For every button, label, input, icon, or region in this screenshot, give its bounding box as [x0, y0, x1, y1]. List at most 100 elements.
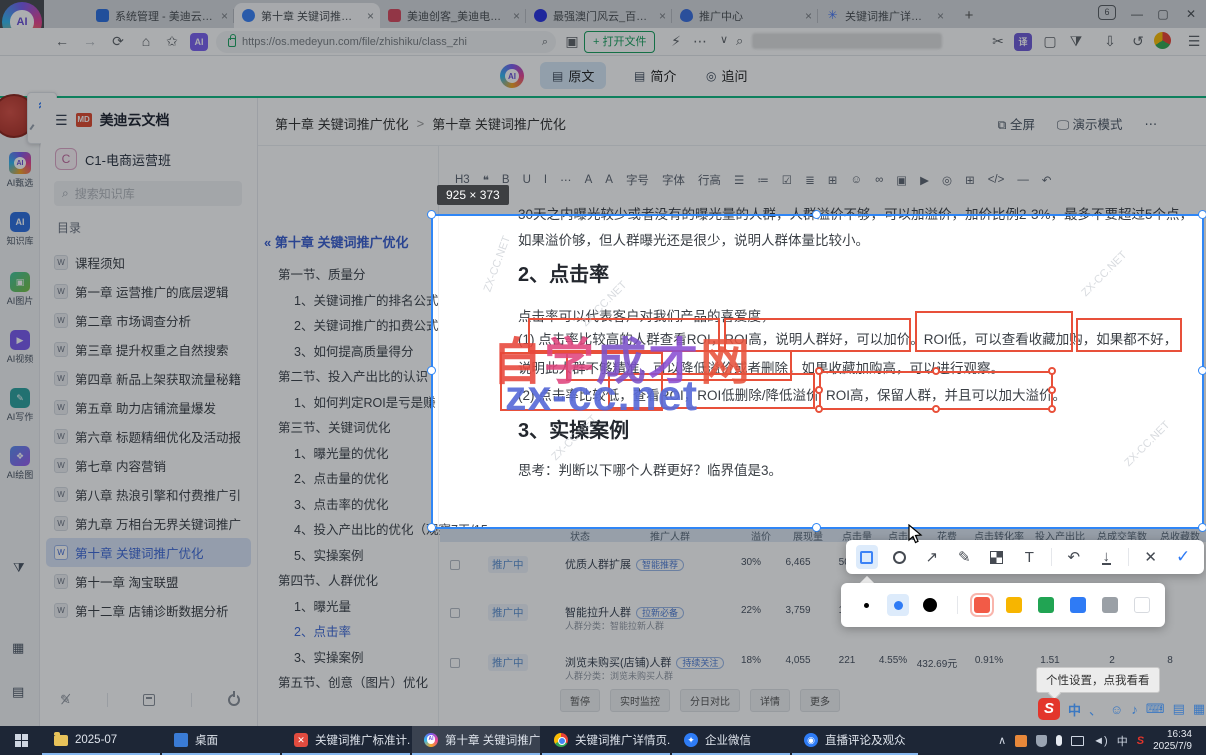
ime-punctuation-icon[interactable]: 、: [1089, 700, 1102, 719]
taskbar-label: 企业微信: [705, 734, 751, 747]
ellipse-icon: [892, 550, 906, 564]
sogou-logo-icon[interactable]: S: [1038, 698, 1060, 720]
taskbar-app-wecom[interactable]: ✦ 企业微信: [672, 726, 790, 755]
color-swatch[interactable]: [974, 597, 990, 613]
taskbar-label: 2025-07: [75, 733, 118, 746]
taskbar-app-doc-current[interactable]: AI 第十章 关键词推广...: [412, 726, 540, 755]
doc-paragraph: ROI高，保留人群，并且可以加大溢价。: [826, 388, 1067, 403]
folder-icon: [54, 732, 68, 746]
taskbar: 2025-07 桌面 ✕ 关键词推广标准计... AI 第十章 关键词推广...…: [0, 726, 1206, 755]
capture-size-label: 925 × 373: [437, 185, 509, 205]
ellipse-tool[interactable]: [889, 545, 911, 569]
taskbar-app-spreadsheet[interactable]: ✕ 关键词推广标准计...: [282, 726, 410, 755]
stroke-size-option[interactable]: [855, 594, 877, 616]
annotation-toolbar: ↗ ✎ T ↶ ↓ ✕ ✓: [846, 540, 1204, 574]
color-swatch[interactable]: [1070, 597, 1086, 613]
system-tray: ∧ ◄) 中 S 16:34 2025/7/9: [998, 726, 1206, 755]
color-swatches: [974, 597, 1150, 613]
ime-skin-icon[interactable]: ▤: [1173, 701, 1185, 717]
wecom-icon: ✦: [684, 732, 698, 747]
ai-app-icon: AI: [424, 732, 438, 747]
clock-time: 16:34: [1166, 728, 1192, 740]
undo-tool[interactable]: ↶: [1063, 545, 1085, 569]
selection-resize-handle[interactable]: [812, 210, 821, 219]
download-tool[interactable]: ↓: [1096, 545, 1118, 569]
selection-resize-handle[interactable]: [1198, 210, 1206, 219]
dim-overlay-left: [0, 214, 431, 529]
taskbar-app-live-comments[interactable]: ◉ 直播评论及观众: [792, 726, 918, 755]
stroke-size-option[interactable]: [887, 594, 909, 616]
stroke-palette: [841, 583, 1165, 627]
taskbar-app-folder[interactable]: 2025-07: [42, 726, 160, 755]
color-swatch[interactable]: [1134, 597, 1150, 613]
start-button[interactable]: [0, 726, 42, 755]
resize-handle[interactable]: [815, 386, 823, 394]
watermark-url: zx-cc.net: [505, 372, 699, 420]
windows-logo-icon: [14, 734, 28, 747]
stroke-sizes: [855, 594, 941, 616]
resize-handle[interactable]: [815, 405, 823, 413]
cancel-capture-button[interactable]: ✕: [1140, 545, 1162, 569]
clock-date: 2025/7/9: [1153, 740, 1192, 752]
taskbar-app-desktop[interactable]: 桌面: [162, 726, 280, 755]
mosaic-icon: [990, 550, 1004, 564]
rectangle-tool[interactable]: [856, 545, 878, 569]
taskbar-app-chrome[interactable]: 关键词推广详情页...: [542, 726, 670, 755]
resize-handle[interactable]: [932, 405, 940, 413]
dim-overlay-top: [0, 0, 1206, 214]
tray-chevron-icon[interactable]: ∧: [998, 734, 1006, 747]
tray-ime-indicator[interactable]: 中: [1117, 733, 1128, 749]
taskbar-label: 第十章 关键词推广...: [445, 734, 540, 747]
sogou-ime-bar: S 中 、 ☺ ♪ ⌨ ▤ ▦: [1038, 698, 1205, 720]
selection-resize-handle[interactable]: [812, 523, 821, 532]
taskbar-label: 关键词推广标准计...: [315, 734, 410, 747]
selection-resize-handle[interactable]: [427, 210, 436, 219]
watermark-char: 网: [700, 334, 752, 390]
ime-voice-icon[interactable]: ♪: [1131, 702, 1138, 717]
ime-emoji-icon[interactable]: ☺: [1110, 702, 1123, 717]
stroke-size-option[interactable]: [919, 594, 941, 616]
tray-orange-app-icon[interactable]: [1015, 734, 1028, 747]
confirm-capture-button[interactable]: ✓: [1172, 545, 1194, 569]
selection-resize-handle[interactable]: [1198, 366, 1206, 375]
resize-handle[interactable]: [1048, 386, 1056, 394]
stroke-size-dot: [863, 602, 869, 608]
stroke-size-dot: [893, 600, 903, 610]
taskbar-clock[interactable]: 16:34 2025/7/9: [1153, 729, 1198, 753]
desktop: AI ★ 系统管理 - 美迪云管理 × 第十章 关键词推广优化 × 美迪创客_美…: [0, 0, 1206, 755]
pencil-tool[interactable]: ✎: [954, 545, 976, 569]
ime-toolbox-icon[interactable]: ▦: [1193, 701, 1205, 717]
selection-resize-handle[interactable]: [427, 523, 436, 532]
download-icon: ↓: [1101, 547, 1111, 565]
tray-mic-icon[interactable]: [1056, 735, 1063, 746]
resize-handle[interactable]: [1048, 405, 1056, 413]
doc-paragraph: 如果溢价够，但人群曝光还是很少，说明人群体量比较小。: [518, 233, 869, 248]
tray-shield-icon[interactable]: [1036, 734, 1048, 747]
doc-heading: 2、点击率: [518, 264, 610, 286]
mosaic-tool[interactable]: [986, 545, 1008, 569]
rectangle-icon: [860, 550, 874, 564]
taskbar-label: 关键词推广详情页...: [575, 734, 670, 747]
red-x-app-icon: ✕: [294, 732, 308, 747]
taskbar-label: 直播评论及观众: [825, 734, 906, 747]
color-swatch[interactable]: [1038, 597, 1054, 613]
arrow-tool[interactable]: ↗: [921, 545, 943, 569]
resize-handle[interactable]: [815, 367, 823, 375]
chrome-icon: [554, 732, 568, 747]
desktop-icon: [174, 732, 188, 747]
resize-handle[interactable]: [1048, 367, 1056, 375]
color-swatch[interactable]: [1102, 597, 1118, 613]
stroke-size-dot: [923, 598, 937, 612]
tray-sogou-icon[interactable]: S: [1137, 735, 1144, 747]
tray-volume-icon[interactable]: ◄): [1093, 735, 1108, 747]
taskbar-label: 桌面: [195, 734, 218, 747]
selection-resize-handle[interactable]: [1198, 523, 1206, 532]
color-swatch[interactable]: [1006, 597, 1022, 613]
selection-resize-handle[interactable]: [427, 366, 436, 375]
ime-keyboard-icon[interactable]: ⌨: [1146, 701, 1165, 717]
ime-mode-chinese[interactable]: 中: [1068, 700, 1081, 719]
live-app-icon: ◉: [804, 732, 818, 747]
resize-handle[interactable]: [932, 367, 940, 375]
text-tool[interactable]: T: [1019, 545, 1041, 569]
tray-display-icon[interactable]: [1071, 735, 1085, 746]
